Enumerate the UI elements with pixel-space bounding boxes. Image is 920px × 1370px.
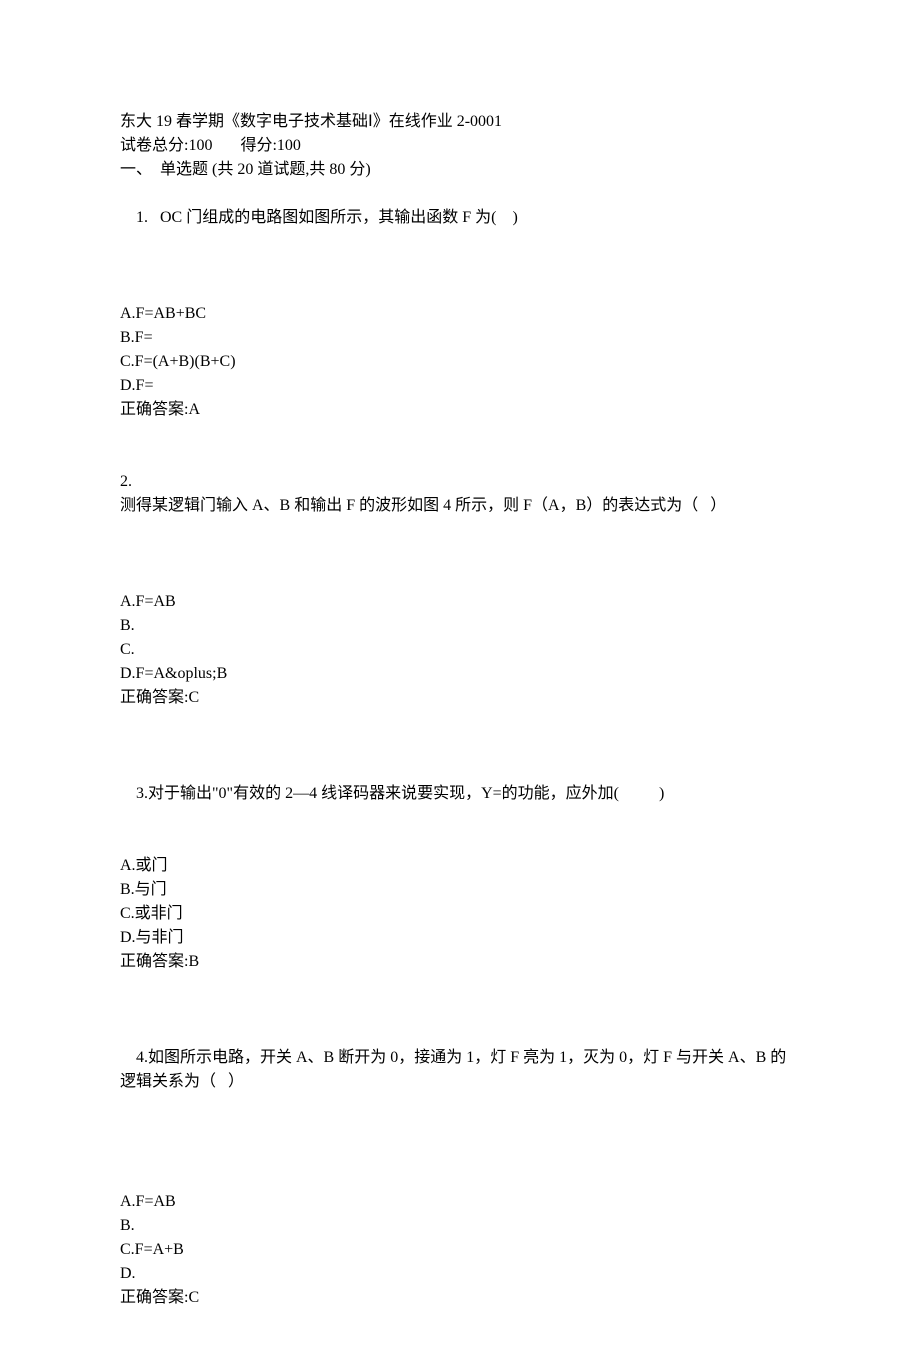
- question-text: OC 门组成的电路图如图所示，其输出函数 F 为( ): [160, 209, 518, 226]
- doc-title: 东大 19 春学期《数字电子技术基础Ⅰ》在线作业 2-0001: [120, 110, 800, 134]
- document-page: 东大 19 春学期《数字电子技术基础Ⅰ》在线作业 2-0001 试卷总分:100…: [0, 0, 920, 1370]
- question-number: 3.: [136, 785, 148, 802]
- question-gap: [120, 422, 800, 470]
- figure-placeholder: [120, 254, 800, 302]
- question-number: 4.: [136, 1049, 148, 1066]
- option-b: B.F=: [120, 326, 800, 350]
- answer-line: 正确答案:C: [120, 1286, 800, 1310]
- figure-placeholder: [120, 518, 800, 566]
- answer-line: 正确答案:B: [120, 950, 800, 974]
- option-a: A.F=AB+BC: [120, 302, 800, 326]
- question-gap: [120, 710, 800, 758]
- option-a: A.或门: [120, 854, 800, 878]
- option-b: B.与门: [120, 878, 800, 902]
- question-stem: 4.如图所示电路，开关 A、B 断开为 0，接通为 1，灯 F 亮为 1，灭为 …: [120, 1022, 800, 1118]
- option-d: D.与非门: [120, 926, 800, 950]
- option-a: A.F=AB: [120, 1190, 800, 1214]
- blank-line: [120, 1166, 800, 1190]
- option-d: D.F=: [120, 374, 800, 398]
- option-c: C.或非门: [120, 902, 800, 926]
- option-a: A.F=AB: [120, 590, 800, 614]
- option-c: C.F=A+B: [120, 1238, 800, 1262]
- blank-line: [120, 830, 800, 854]
- blank-line: [120, 566, 800, 590]
- figure-placeholder: [120, 1118, 800, 1166]
- question-number: 1.: [136, 209, 160, 226]
- question-number: 2.: [120, 470, 800, 494]
- question-stem: 1. OC 门组成的电路图如图所示，其输出函数 F 为( ): [120, 182, 800, 254]
- option-b: B.: [120, 614, 800, 638]
- option-d: D.: [120, 1262, 800, 1286]
- question-text: 如图所示电路，开关 A、B 断开为 0，接通为 1，灯 F 亮为 1，灭为 0，…: [120, 1049, 786, 1090]
- score-line: 试卷总分:100 得分:100: [120, 134, 800, 158]
- answer-line: 正确答案:A: [120, 398, 800, 422]
- option-d: D.F=A&oplus;B: [120, 662, 800, 686]
- question-stem: 3.对于输出"0"有效的 2—4 线译码器来说要实现，Y=的功能，应外加( ): [120, 758, 800, 830]
- question-gap: [120, 974, 800, 1022]
- option-c: C.: [120, 638, 800, 662]
- section-header: 一、 单选题 (共 20 道试题,共 80 分): [120, 158, 800, 182]
- answer-line: 正确答案:C: [120, 686, 800, 710]
- question-text: 对于输出"0"有效的 2—4 线译码器来说要实现，Y=的功能，应外加( ): [148, 785, 664, 802]
- question-text: 测得某逻辑门输入 A、B 和输出 F 的波形如图 4 所示，则 F（A，B）的表…: [120, 494, 800, 518]
- option-c: C.F=(A+B)(B+C): [120, 350, 800, 374]
- option-b: B.: [120, 1214, 800, 1238]
